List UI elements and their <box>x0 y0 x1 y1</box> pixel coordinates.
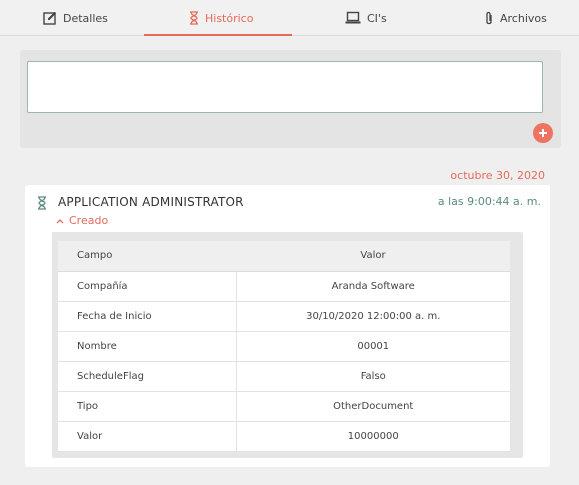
tab-detalles[interactable]: Detalles <box>43 0 108 36</box>
tab-label: Archivos <box>500 11 547 25</box>
table-row: Valor 10000000 <box>58 421 510 452</box>
field-cell: Compañía <box>58 271 237 302</box>
table-row: Nombre 00001 <box>58 331 510 362</box>
add-comment-button[interactable] <box>533 123 553 143</box>
table-row: ScheduleFlag Falso <box>58 361 510 392</box>
paperclip-icon <box>486 11 492 24</box>
comment-panel <box>20 50 561 148</box>
tab-label: Histórico <box>205 11 254 25</box>
value-cell: 10000000 <box>236 421 510 452</box>
hourglass-icon <box>38 196 46 210</box>
history-date: octubre 30, 2020 <box>450 169 545 182</box>
value-cell: OtherDocument <box>236 391 510 422</box>
value-cell: Falso <box>236 361 510 392</box>
tab-archivos[interactable]: Archivos <box>484 0 547 36</box>
field-cell: ScheduleFlag <box>58 361 237 392</box>
laptop-icon <box>345 11 361 24</box>
comment-input[interactable] <box>27 61 543 113</box>
entry-action-label: Creado <box>69 214 109 227</box>
field-cell: Tipo <box>58 391 237 422</box>
field-cell: Valor <box>58 421 237 452</box>
tab-label: CI's <box>367 11 387 25</box>
field-cell: Nombre <box>58 331 237 362</box>
tab-cis[interactable]: CI's <box>345 0 387 36</box>
column-header-valor: Valor <box>236 241 510 272</box>
tab-bar: Detalles Histórico CI's Archivos <box>0 0 579 36</box>
table-row: Tipo OtherDocument <box>58 391 510 422</box>
hourglass-icon <box>190 11 198 25</box>
column-header-campo: Campo <box>58 241 236 272</box>
plus-icon <box>539 129 547 137</box>
value-cell: Aranda Software <box>236 271 510 302</box>
field-cell: Fecha de Inicio <box>58 301 237 332</box>
value-cell: 00001 <box>236 331 510 362</box>
value-cell: 30/10/2020 12:00:00 a. m. <box>236 301 510 332</box>
table-row: Compañía Aranda Software <box>58 271 510 302</box>
tab-historico[interactable]: Histórico <box>189 0 253 36</box>
table-header-row: Campo Valor <box>58 241 510 272</box>
edit-icon <box>43 12 56 25</box>
changes-table-container: Campo Valor Compañía Aranda Software Fec… <box>52 232 523 458</box>
history-entry-card: APPLICATION ADMINISTRATOR a las 9:00:44 … <box>25 185 550 467</box>
chevron-up-icon <box>56 218 64 223</box>
entry-user-name: APPLICATION ADMINISTRATOR <box>58 195 244 209</box>
entry-time: a las 9:00:44 a. m. <box>437 195 541 208</box>
entry-collapse-toggle[interactable]: Creado <box>56 214 108 227</box>
changes-table: Campo Valor Compañía Aranda Software Fec… <box>58 241 510 452</box>
table-row: Fecha de Inicio 30/10/2020 12:00:00 a. m… <box>58 301 510 332</box>
tab-label: Detalles <box>63 11 108 25</box>
active-tab-indicator <box>144 34 292 36</box>
